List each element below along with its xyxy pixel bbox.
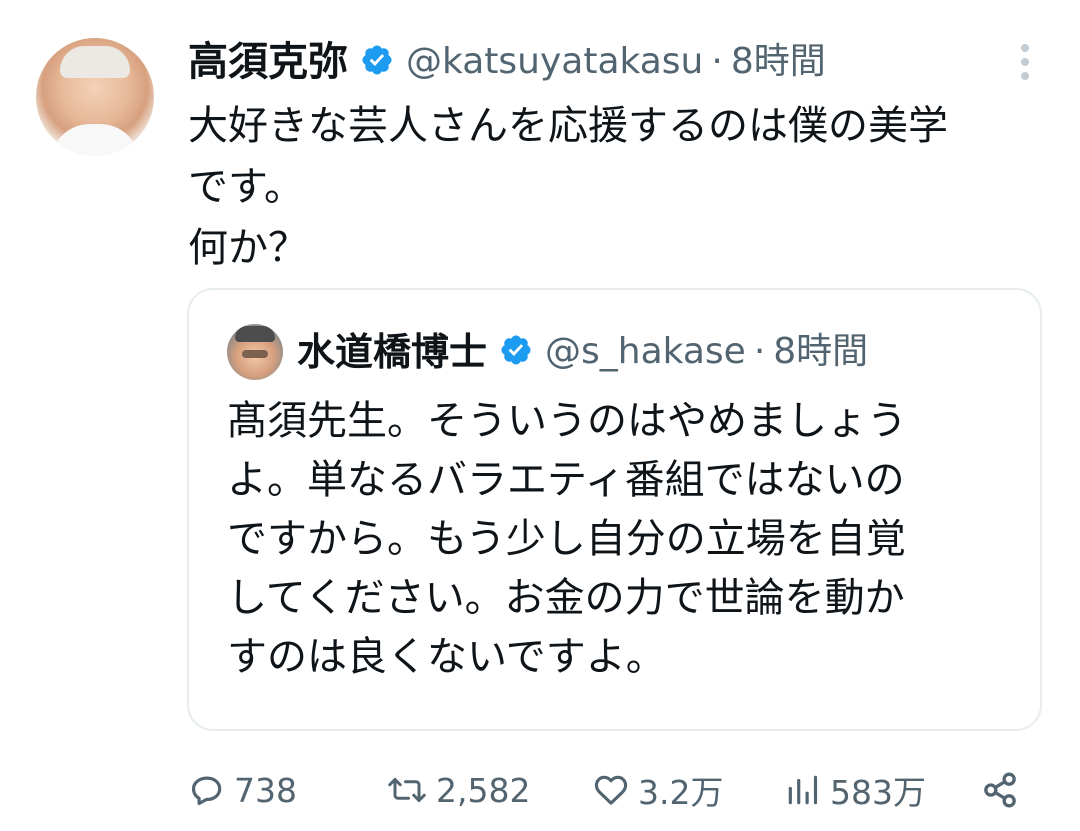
like-count: 3.2万: [638, 773, 724, 812]
quoted-tweet[interactable]: 水道橋博士 @s_hakase · 8時間 髙須先生。そういうのはやめましょう …: [187, 288, 1042, 731]
quoted-author-avatar[interactable]: [227, 324, 283, 380]
tweet-actions: 738 2,582 3.2万 583万: [188, 760, 1040, 820]
quoted-tweet-header: 水道橋博士 @s_hakase · 8時間: [297, 324, 868, 380]
quoted-header-separator: ·: [753, 331, 766, 372]
tweet-text: 大好きな芸人さんを応援するのは僕の美学 です。 何か？: [188, 103, 948, 271]
like-button[interactable]: 3.2万: [592, 760, 723, 820]
verified-badge-icon: [499, 333, 533, 371]
reply-icon: [191, 776, 222, 806]
author-name[interactable]: 高須克弥: [188, 42, 348, 82]
header-separator: ·: [711, 41, 723, 82]
quoted-author-handle[interactable]: @s_hakase: [545, 334, 746, 370]
quoted-tweet-text: 髙須先生。そういうのはやめましょう よ。単なるバラエティ番組ではないの ですから…: [227, 398, 907, 680]
retweet-button[interactable]: 2,582: [386, 760, 530, 820]
more-vertical-icon[interactable]: [1014, 44, 1036, 80]
tweet-time[interactable]: 8時間: [731, 44, 826, 80]
retweet-icon: [388, 778, 426, 802]
more-dot-icon: [1021, 58, 1029, 66]
author-handle[interactable]: @katsuyatakasu: [406, 44, 703, 80]
views-button[interactable]: 583万: [784, 760, 926, 820]
reply-button[interactable]: 738: [188, 760, 297, 820]
share-icon: [984, 772, 1016, 808]
quoted-author-name[interactable]: 水道橋博士: [297, 333, 487, 371]
verified-badge-icon: [360, 43, 394, 81]
heart-icon: [594, 775, 628, 805]
view-count: 583万: [830, 773, 926, 812]
more-dot-icon: [1021, 44, 1029, 52]
analytics-icon: [788, 775, 818, 805]
quoted-tweet-time[interactable]: 8時間: [773, 334, 868, 370]
share-button[interactable]: [980, 760, 1020, 820]
reply-count: 738: [234, 770, 297, 810]
tweet-header: 高須克弥 @katsuyatakasu · 8時間: [188, 34, 826, 90]
more-dot-icon: [1021, 72, 1029, 80]
retweet-count: 2,582: [436, 770, 531, 810]
author-avatar[interactable]: [36, 38, 154, 156]
